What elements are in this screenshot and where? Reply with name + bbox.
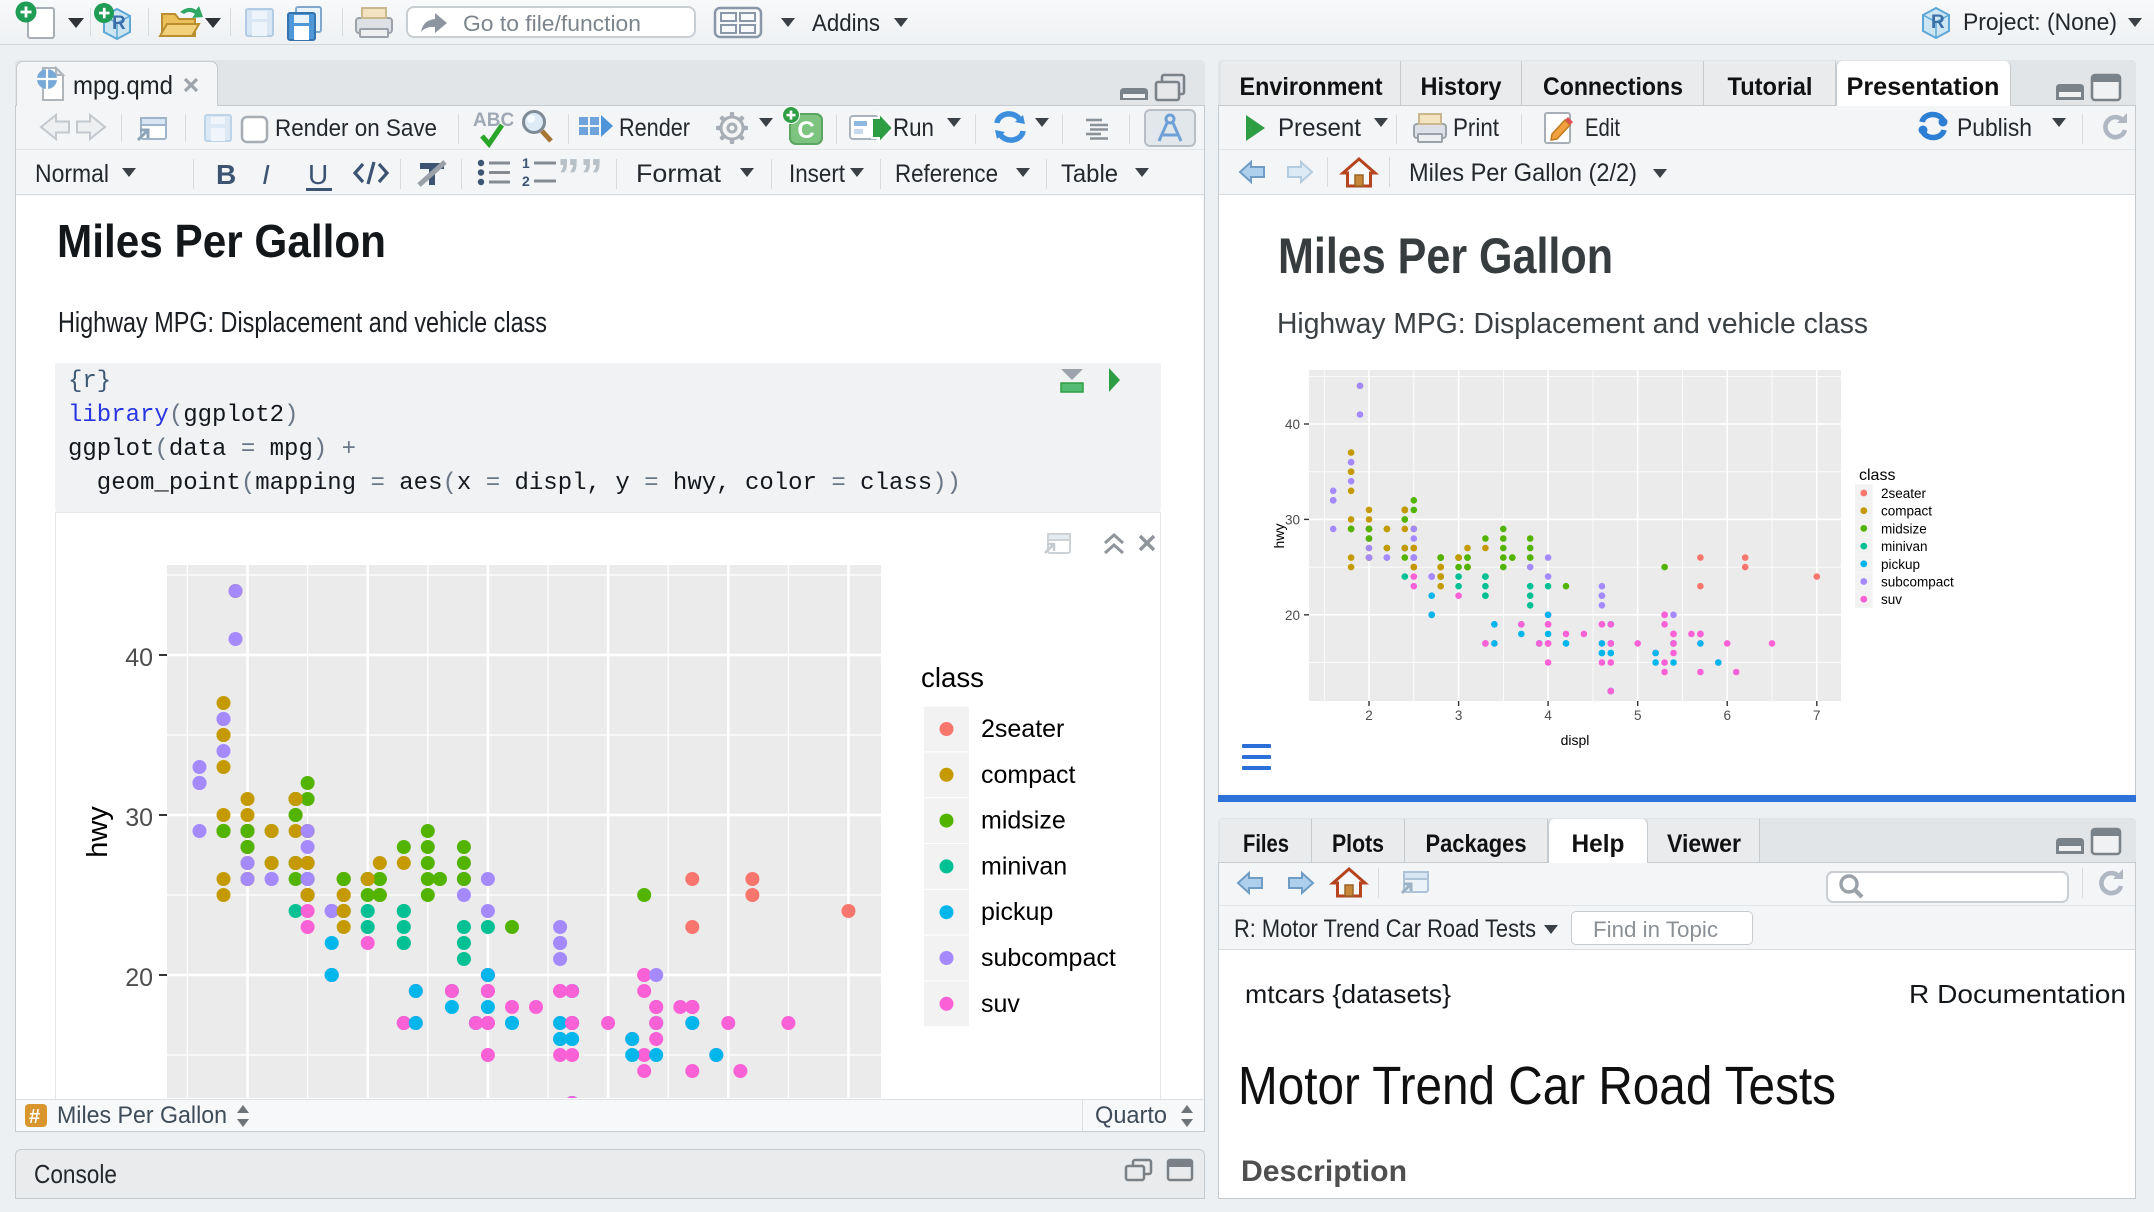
svg-text:6: 6 — [1723, 708, 1731, 723]
svg-text:Reference: Reference — [895, 160, 998, 188]
svg-text:compact: compact — [1881, 504, 1932, 519]
svg-text:””: ”” — [557, 149, 603, 201]
svg-text:2seater: 2seater — [1881, 486, 1927, 501]
svg-text:pickup: pickup — [981, 898, 1053, 926]
svg-text:40: 40 — [1285, 417, 1300, 432]
svg-text:30: 30 — [1285, 512, 1300, 527]
svg-text:Edit: Edit — [1585, 114, 1620, 142]
svg-text:subcompact: subcompact — [981, 944, 1116, 972]
svg-text:Print: Print — [1453, 114, 1499, 142]
svg-text:midsize: midsize — [1881, 521, 1927, 536]
svg-text:2: 2 — [522, 173, 530, 189]
svg-text:Tutorial: Tutorial — [1728, 73, 1813, 101]
svg-text:pickup: pickup — [1881, 557, 1920, 572]
svg-text:3: 3 — [1455, 708, 1463, 723]
svg-text:R: R — [1931, 12, 1945, 33]
svg-text:Publish: Publish — [1957, 114, 2032, 142]
svg-text:R: R — [112, 13, 126, 34]
svg-text:Table: Table — [1061, 160, 1118, 188]
svg-text:Miles Per Gallon: Miles Per Gallon — [57, 1102, 227, 1129]
svg-text:7: 7 — [1813, 708, 1821, 723]
svg-text:4: 4 — [1544, 708, 1552, 723]
svg-text:C: C — [797, 117, 814, 144]
svg-text:Connections: Connections — [1543, 73, 1683, 101]
svg-text:Miles Per Gallon: Miles Per Gallon — [57, 215, 386, 267]
svg-text:mpg.qmd: mpg.qmd — [73, 70, 173, 100]
svg-text:30: 30 — [125, 804, 153, 832]
svg-text:class: class — [921, 662, 984, 693]
svg-text:#: # — [29, 1106, 40, 1128]
svg-text:1: 1 — [522, 155, 530, 171]
svg-text:Project: (None): Project: (None) — [1963, 9, 2117, 36]
svg-text:R Documentation: R Documentation — [1909, 979, 2126, 1009]
svg-text:Highway MPG: Displacement and: Highway MPG: Displacement and vehicle cl… — [58, 307, 547, 339]
svg-text:Console: Console — [34, 1159, 117, 1189]
svg-text:20: 20 — [125, 964, 153, 992]
svg-text:Environment: Environment — [1240, 73, 1384, 101]
svg-text:hwy: hwy — [1271, 524, 1287, 549]
svg-text:Render: Render — [619, 114, 690, 142]
svg-text:5: 5 — [1634, 708, 1642, 723]
svg-text:displ: displ — [1561, 732, 1590, 748]
svg-text:hwy: hwy — [82, 806, 114, 858]
svg-text:Quarto: Quarto — [1095, 1102, 1167, 1129]
svg-text:minivan: minivan — [1881, 539, 1928, 554]
svg-text:U: U — [308, 159, 328, 190]
svg-text:Motor Trend Car Road Tests: Motor Trend Car Road Tests — [1238, 1056, 1836, 1116]
svg-text:suv: suv — [1881, 592, 1902, 607]
svg-text:suv: suv — [981, 990, 1020, 1018]
svg-text:midsize: midsize — [981, 807, 1066, 835]
svg-text:Present: Present — [1278, 114, 1361, 142]
svg-text:2seater: 2seater — [981, 715, 1064, 743]
svg-text:class: class — [1859, 467, 1895, 484]
svg-text:Presentation: Presentation — [1847, 73, 2000, 101]
svg-text:Addins: Addins — [812, 10, 880, 37]
svg-text:Run: Run — [893, 114, 934, 142]
svg-text:Go to file/function: Go to file/function — [463, 11, 641, 36]
svg-text:Render on Save: Render on Save — [275, 115, 437, 142]
svg-text:Help: Help — [1572, 830, 1625, 858]
svg-text:Files: Files — [1243, 830, 1289, 858]
svg-text:History: History — [1421, 73, 1502, 101]
svg-text:20: 20 — [1285, 608, 1300, 623]
svg-text:40: 40 — [125, 644, 153, 672]
svg-text:Viewer: Viewer — [1667, 830, 1741, 858]
svg-text:Normal: Normal — [35, 160, 109, 188]
svg-text:Plots: Plots — [1332, 830, 1384, 858]
svg-text:B: B — [216, 159, 236, 190]
svg-text:Insert: Insert — [789, 160, 845, 188]
svg-text:Packages: Packages — [1426, 830, 1527, 858]
svg-text:minivan: minivan — [981, 852, 1067, 880]
svg-text:Find in Topic: Find in Topic — [1593, 917, 1718, 942]
svg-text:R: Motor Trend Car Road Tests: R: Motor Trend Car Road Tests — [1234, 915, 1536, 943]
svg-text:subcompact: subcompact — [1881, 575, 1954, 590]
svg-text:compact: compact — [981, 761, 1076, 789]
svg-text:ABC: ABC — [473, 110, 514, 131]
svg-text:I: I — [262, 159, 270, 190]
svg-text:mtcars {datasets}: mtcars {datasets} — [1245, 979, 1451, 1009]
svg-text:Miles Per Gallon (2/2): Miles Per Gallon (2/2) — [1409, 159, 1637, 187]
svg-text:Format: Format — [636, 160, 721, 188]
svg-text:Description: Description — [1241, 1155, 1407, 1188]
svg-text:2: 2 — [1365, 708, 1373, 723]
